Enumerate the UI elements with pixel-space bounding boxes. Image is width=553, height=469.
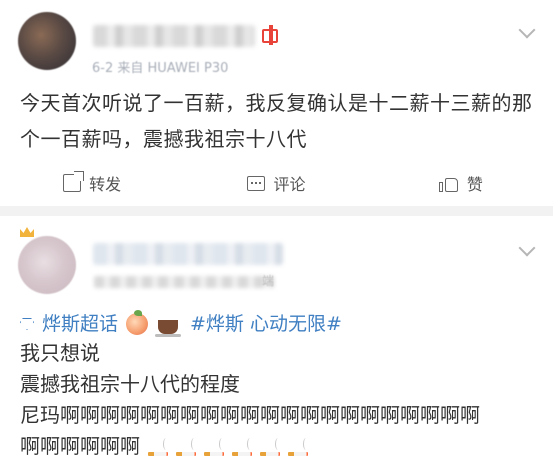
post-meta-blurred [94,276,274,288]
comment-button[interactable]: 评论 [184,162,368,204]
cigarette-emoji [288,437,311,458]
username-blurred[interactable] [93,243,283,265]
post-source-tail: 端 [262,274,275,288]
cigarette-emoji [176,437,199,458]
avatar[interactable] [18,236,76,294]
avatar[interactable] [18,12,76,70]
post-line: 震撼我祖宗十八代的程度 [20,372,240,396]
hashtag-link[interactable]: #烨斯 心动无限# [190,310,342,338]
cigarette-emoji [148,437,171,458]
topic-line: 烨斯超话 #烨斯 心动无限# [20,310,342,338]
like-label: 赞 [466,175,483,194]
comment-icon [247,175,266,191]
cigarette-emoji [204,437,227,458]
coffee-emoji [155,320,182,337]
post-separator [0,206,553,216]
post-source: 来自 HUAWEI P30 [117,61,229,76]
peach-emoji [126,310,149,335]
post-line: 我只想说 [20,341,100,365]
gift-icon [262,25,278,45]
username-blurred[interactable] [93,25,255,47]
share-button[interactable]: 转发 [0,162,184,204]
super-topic-link[interactable]: 烨斯超话 [42,310,118,338]
diamond-icon [20,318,34,330]
post-line: 尼玛啊啊啊啊啊啊啊啊啊啊啊啊啊啊啊啊啊啊啊啊啊 [20,403,480,427]
weibo-post-1: 6-2 来自 HUAWEI P30 今天首次听说了一百薪，我反复确认是十二薪十三… [0,0,553,206]
post-text: 今天首次听说了一百薪，我反复确认是十二薪十三薪的那个一百薪吗，震撼我祖宗十八代 [20,91,533,151]
share-icon [63,171,85,192]
post-date: 6-2 [92,61,114,76]
post-meta: 6-2 来自 HUAWEI P30 [92,57,228,76]
share-label: 转发 [89,175,122,194]
like-button[interactable]: 赞 [369,162,553,204]
emoji-row [148,437,311,458]
chevron-down-icon[interactable] [518,21,536,39]
post-line: 啊啊啊啊啊啊 [20,434,140,458]
post-text: 我只想说 震撼我祖宗十八代的程度 尼玛啊啊啊啊啊啊啊啊啊啊啊啊啊啊啊啊啊啊啊啊啊… [20,338,535,462]
post-actions: 转发 评论 赞 [0,162,553,204]
comment-label: 评论 [273,175,306,194]
thumbs-up-icon [438,174,459,192]
cigarette-emoji [260,437,283,458]
post-line-last: 啊啊啊啊啊啊 [20,431,535,462]
cigarette-emoji [232,437,255,458]
